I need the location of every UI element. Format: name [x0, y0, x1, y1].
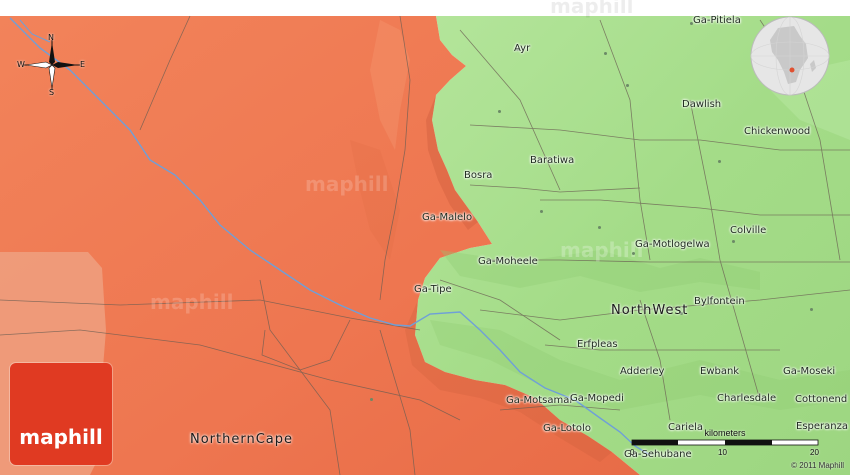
- region-label-northern-cape: NorthernCape: [190, 432, 294, 447]
- copyright-text: © 2011 Maphill: [791, 461, 844, 470]
- place-label[interactable]: Dawlish: [682, 99, 721, 110]
- place-label[interactable]: Bosra: [464, 170, 492, 181]
- watermark-text: maphill: [560, 238, 644, 262]
- place-label[interactable]: Adderley: [620, 366, 664, 377]
- place-label[interactable]: Ga-Moseki: [783, 366, 835, 377]
- place-label[interactable]: Ga-Lotolo: [543, 423, 591, 434]
- compass-north-label: N: [48, 33, 54, 42]
- settlement-marker: [604, 52, 607, 55]
- compass-south-label: S: [49, 88, 55, 97]
- settlement-marker: [718, 160, 721, 163]
- place-label[interactable]: Ayr: [514, 43, 530, 54]
- place-label[interactable]: Ga-Mopedi: [570, 393, 624, 404]
- logo-text: maphill: [19, 425, 103, 449]
- place-label[interactable]: Ga-Tipe: [414, 284, 452, 295]
- compass-west-label: W: [17, 60, 25, 69]
- settlement-marker: [626, 84, 629, 87]
- place-label[interactable]: Erfpleas: [577, 339, 618, 350]
- place-label[interactable]: Cottonend: [795, 394, 847, 405]
- scale-bar: kilometers 0 10 20: [630, 428, 830, 457]
- place-label[interactable]: Ga-Pitiela: [693, 15, 741, 26]
- scale-bar-graphic: [631, 439, 819, 446]
- place-label[interactable]: Ga-Motsamai: [506, 395, 572, 406]
- place-label[interactable]: Ga-Motlogelwa: [635, 239, 710, 250]
- place-label[interactable]: Chickenwood: [744, 126, 810, 137]
- settlement-marker: [598, 226, 601, 229]
- settlement-marker: [370, 398, 373, 401]
- settlement-marker: [498, 110, 501, 113]
- place-label[interactable]: Baratiwa: [530, 155, 574, 166]
- globe-icon: [750, 16, 830, 96]
- region-label-north-west: NorthWest: [611, 303, 689, 318]
- watermark-text: maphill: [150, 290, 234, 314]
- scale-tick-20: 20: [810, 448, 819, 457]
- map-view[interactable]: maphill maphill maphill maphill Ga-Pitie…: [0, 0, 850, 475]
- place-label[interactable]: Colville: [730, 225, 766, 236]
- globe-locator[interactable]: [748, 14, 832, 98]
- compass-rose: N S E W: [14, 30, 92, 98]
- place-label[interactable]: Ewbank: [700, 366, 739, 377]
- place-label[interactable]: Ga-Malelo: [422, 212, 472, 223]
- place-label[interactable]: Bylfontein: [694, 296, 745, 307]
- watermark-text: maphill: [305, 172, 389, 196]
- place-label[interactable]: Charlesdale: [717, 393, 776, 404]
- maphill-logo[interactable]: maphill: [10, 363, 112, 465]
- scale-tick-10: 10: [718, 448, 727, 457]
- compass-east-label: E: [80, 60, 86, 69]
- settlement-marker: [732, 240, 735, 243]
- place-label[interactable]: Ga-Moheele: [478, 256, 538, 267]
- settlement-marker: [810, 308, 813, 311]
- watermark-text: maphill: [550, 0, 634, 18]
- scale-tick-0: 0: [630, 448, 635, 457]
- settlement-marker: [632, 252, 635, 255]
- settlement-marker: [540, 210, 543, 213]
